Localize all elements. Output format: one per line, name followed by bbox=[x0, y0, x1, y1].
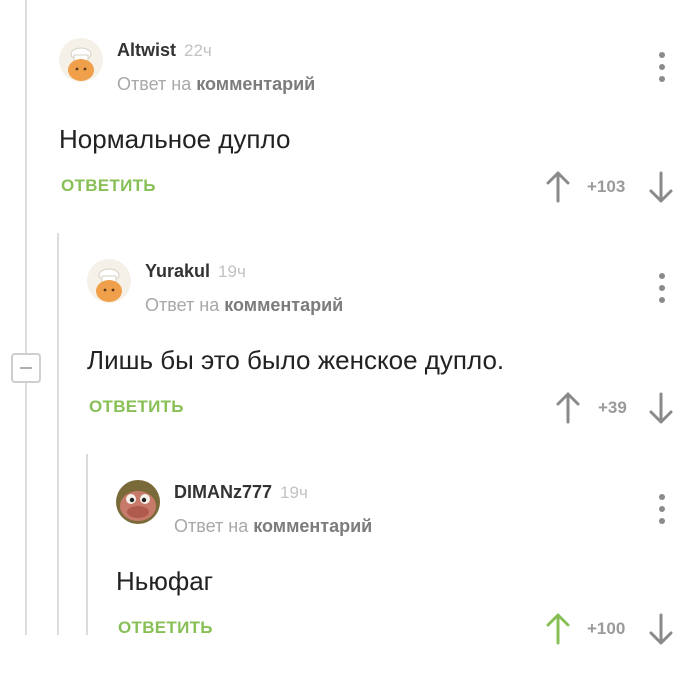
kebab-menu-icon[interactable] bbox=[655, 273, 669, 303]
author-name[interactable]: Yurakul 19ч bbox=[145, 261, 246, 282]
chef-avatar-icon[interactable] bbox=[59, 38, 103, 82]
creature-avatar-icon[interactable] bbox=[116, 480, 160, 524]
comment: Yurakul 19ч Ответ на комментарий Лишь бы … bbox=[0, 243, 700, 453]
reply-button[interactable]: ОТВЕТИТЬ bbox=[118, 618, 213, 638]
reply-to-link[interactable]: комментарий bbox=[224, 295, 343, 315]
author-label[interactable]: Yurakul bbox=[145, 261, 210, 281]
comment-time: 22ч bbox=[184, 41, 212, 60]
reply-to-text: Ответ на комментарий bbox=[117, 74, 315, 95]
comment: Altwist 22ч Ответ на комментарий Нормальн… bbox=[0, 22, 700, 232]
kebab-menu-icon[interactable] bbox=[655, 494, 669, 524]
comment-text: Нормальное дупло bbox=[59, 124, 291, 154]
rating-value: +100 bbox=[587, 619, 626, 638]
arrow-up-icon[interactable] bbox=[543, 612, 573, 646]
reply-button[interactable]: ОТВЕТИТЬ bbox=[61, 176, 156, 196]
arrow-down-icon[interactable] bbox=[646, 170, 676, 204]
author-label[interactable]: DIMANz777 bbox=[174, 482, 272, 502]
arrow-up-icon[interactable] bbox=[543, 170, 573, 204]
reply-to-prefix: Ответ на bbox=[174, 516, 249, 536]
rating-value: +103 bbox=[587, 177, 626, 196]
arrow-up-icon[interactable] bbox=[553, 391, 583, 425]
arrow-down-icon[interactable] bbox=[646, 612, 676, 646]
comment: DIMANz777 19ч Ответ на комментарий Ньюфаг… bbox=[0, 464, 700, 674]
reply-to-prefix: Ответ на bbox=[145, 295, 220, 315]
comment-time: 19ч bbox=[280, 483, 308, 502]
rating-value: +39 bbox=[598, 398, 627, 417]
reply-to-text: Ответ на комментарий bbox=[174, 516, 372, 537]
author-name[interactable]: DIMANz777 19ч bbox=[174, 482, 308, 503]
comment-text: Лишь бы это было женское дупло. bbox=[87, 345, 505, 375]
reply-to-prefix: Ответ на bbox=[117, 74, 192, 94]
comment-text: Ньюфаг bbox=[116, 566, 214, 596]
kebab-menu-icon[interactable] bbox=[655, 52, 669, 82]
reply-to-text: Ответ на комментарий bbox=[145, 295, 343, 316]
reply-to-link[interactable]: комментарий bbox=[253, 516, 372, 536]
chef-avatar-icon[interactable] bbox=[87, 259, 131, 303]
author-label[interactable]: Altwist bbox=[117, 40, 176, 60]
arrow-down-icon[interactable] bbox=[646, 391, 676, 425]
reply-to-link[interactable]: комментарий bbox=[196, 74, 315, 94]
author-name[interactable]: Altwist 22ч bbox=[117, 40, 212, 61]
comment-time: 19ч bbox=[218, 262, 246, 281]
reply-button[interactable]: ОТВЕТИТЬ bbox=[89, 397, 184, 417]
